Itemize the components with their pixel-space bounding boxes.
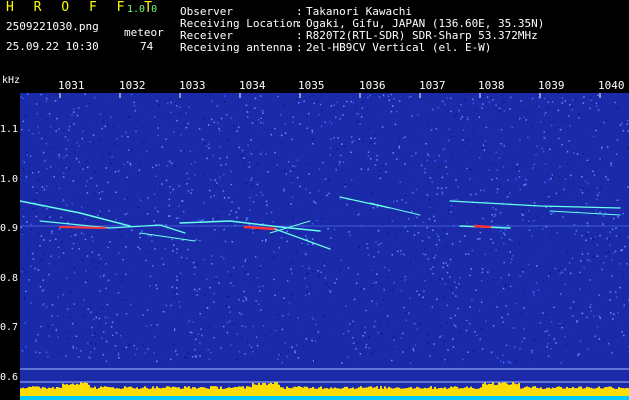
meteor-head xyxy=(473,224,492,229)
x-tick: 1032 xyxy=(119,79,146,92)
x-tick: 1033 xyxy=(179,79,206,92)
file-name: 2509221030.png xyxy=(6,20,99,33)
x-tick: 1037 xyxy=(419,79,446,92)
meteor-head xyxy=(59,226,106,229)
app-version: 1.0.0 xyxy=(127,4,158,15)
y-tick: 0.7 xyxy=(0,322,19,333)
meteor-label: meteor xyxy=(124,26,164,39)
spectrogram xyxy=(20,93,629,400)
info-colon: : xyxy=(296,41,303,54)
y-tick: 0.8 xyxy=(0,273,19,284)
x-tick: 1031 xyxy=(58,79,85,92)
x-tick: 1036 xyxy=(359,79,386,92)
x-tick: 1039 xyxy=(538,79,565,92)
y-tick: 1.0 xyxy=(0,174,19,185)
info-value-antenna: 2el-HB9CV Vertical (el. E-W) xyxy=(306,41,492,54)
date-time: 25.09.22 10:30 xyxy=(6,40,99,53)
y-axis-unit: kHz xyxy=(2,75,21,86)
meteor-count: 74 xyxy=(140,40,154,53)
y-tick: 0.6 xyxy=(0,372,19,383)
x-tick: 1040 xyxy=(598,79,625,92)
x-tick: 1035 xyxy=(298,79,325,92)
x-tick: 1038 xyxy=(478,79,505,92)
y-tick: 0.9 xyxy=(0,223,19,234)
info-label-antenna: Receiving antenna xyxy=(180,41,293,54)
y-tick: 1.1 xyxy=(0,124,19,135)
x-tick: 1034 xyxy=(239,79,266,92)
